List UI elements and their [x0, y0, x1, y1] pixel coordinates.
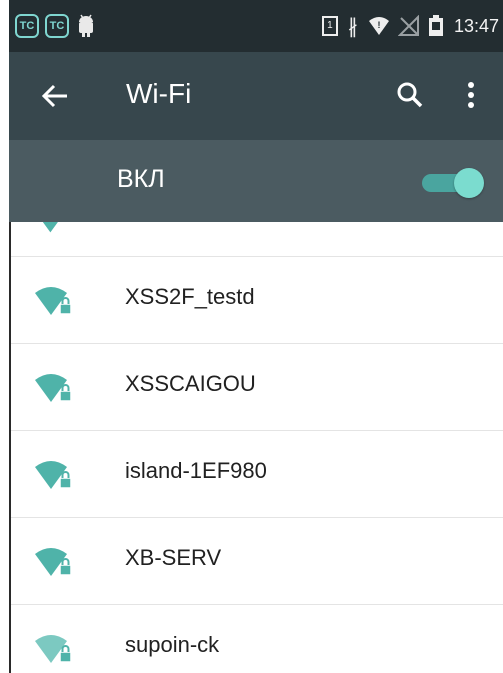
svg-text:!: !: [377, 20, 380, 30]
status-bar: TC TC 1 ∦ ! 13:47: [9, 0, 503, 52]
clock: 13:47: [453, 15, 499, 36]
wifi-lock-icon: [35, 461, 72, 489]
list-item[interactable]: supoin-ck: [11, 605, 503, 673]
bluetooth-icon: ∦: [347, 15, 358, 38]
wifi-network-list[interactable]: XSS2F_testd XSSCAIGOU island-1EF980 XB-S…: [11, 222, 503, 673]
wifi-signal-icon: !: [368, 17, 389, 35]
battery-icon: [428, 15, 443, 36]
wifi-switch-label: ВКЛ: [117, 165, 165, 193]
network-ssid: XB-SERV: [125, 545, 222, 570]
wifi-lock-icon: [35, 287, 72, 315]
tc-app-icon: TC: [45, 14, 69, 38]
sim-icon: 1: [321, 16, 338, 36]
wifi-toggle-switch[interactable]: [420, 166, 484, 198]
wifi-lock-icon: [35, 635, 72, 663]
network-ssid: XSS2F_testd: [125, 284, 255, 309]
toggle-thumb: [454, 168, 484, 198]
list-item-partial[interactable]: [11, 222, 503, 257]
network-ssid: island-1EF980: [125, 458, 267, 483]
notification-icons: TC TC: [15, 13, 97, 39]
wifi-master-switch-row[interactable]: ВКЛ: [9, 140, 503, 222]
list-item[interactable]: island-1EF980: [11, 431, 503, 518]
wifi-lock-icon: [42, 222, 58, 233]
android-debug-icon: [79, 14, 93, 37]
screen-border: [0, 0, 9, 673]
network-ssid: XSSCAIGOU: [125, 371, 256, 396]
system-icons: 1 ∦ ! 13:47: [321, 13, 499, 39]
wifi-settings-screen: TC TC 1 ∦ ! 13:47 Wi-Fi ВКЛ XSS2F_testd …: [0, 0, 503, 673]
screen-border-line: [9, 222, 11, 673]
page-title: Wi-Fi: [126, 78, 192, 109]
network-ssid: supoin-ck: [125, 632, 220, 657]
back-arrow-icon[interactable]: [37, 78, 73, 114]
wifi-lock-icon: [35, 374, 72, 402]
no-signal-icon: [397, 15, 419, 36]
list-item[interactable]: XSS2F_testd: [11, 257, 503, 344]
list-item[interactable]: XSSCAIGOU: [11, 344, 503, 431]
list-item[interactable]: XB-SERV: [11, 518, 503, 605]
tc-app-icon: TC: [15, 14, 39, 38]
wifi-lock-icon: [35, 548, 72, 576]
app-toolbar: Wi-Fi: [9, 52, 503, 140]
search-icon[interactable]: [393, 78, 427, 112]
more-options-icon[interactable]: [464, 78, 478, 114]
